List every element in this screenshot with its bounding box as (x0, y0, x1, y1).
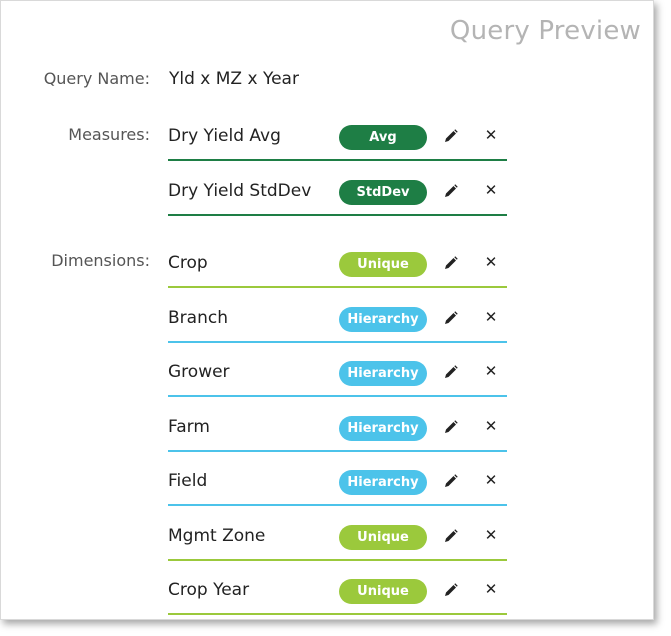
page-title: Query Preview (449, 16, 641, 46)
row-divider (168, 613, 507, 615)
close-icon[interactable]: ✕ (483, 254, 499, 270)
close-icon[interactable]: ✕ (483, 127, 499, 143)
pencil-icon[interactable] (443, 128, 459, 144)
pencil-icon[interactable] (443, 310, 459, 326)
measure-name: Dry Yield StdDev (168, 181, 312, 201)
dimension-type-badge: Unique (339, 579, 427, 604)
dimension-type-badge: Hierarchy (339, 361, 427, 386)
dimension-row: Farm Hierarchy ✕ (168, 413, 507, 452)
dimension-row: Branch Hierarchy ✕ (168, 304, 507, 343)
aggregation-badge: Avg (339, 125, 427, 150)
row-divider (168, 286, 507, 288)
dimension-type-badge: Unique (339, 252, 427, 277)
dimension-type-badge: Hierarchy (339, 307, 427, 332)
measure-name: Dry Yield Avg (168, 126, 281, 146)
dimension-type-badge: Hierarchy (339, 470, 427, 495)
measure-row: Dry Yield Avg Avg ✕ (168, 122, 507, 161)
dimension-name: Mgmt Zone (168, 526, 266, 546)
close-icon[interactable]: ✕ (483, 418, 499, 434)
pencil-icon[interactable] (443, 255, 459, 271)
dimension-name: Farm (168, 417, 210, 437)
dimensions-label: Dimensions: (51, 251, 150, 270)
close-icon[interactable]: ✕ (483, 363, 499, 379)
pencil-icon[interactable] (443, 582, 459, 598)
row-divider (168, 559, 507, 561)
dimension-name: Field (168, 471, 208, 491)
pencil-icon[interactable] (443, 473, 459, 489)
measures-label: Measures: (68, 125, 150, 144)
dimension-name: Crop (168, 253, 208, 273)
dimension-name: Branch (168, 308, 228, 328)
aggregation-badge: StdDev (339, 180, 427, 205)
row-divider (168, 341, 507, 343)
row-divider (168, 214, 507, 216)
dimension-row: Crop Unique ✕ (168, 249, 507, 288)
pencil-icon[interactable] (443, 528, 459, 544)
pencil-icon[interactable] (443, 364, 459, 380)
query-name-value: Yld x MZ x Year (169, 69, 299, 89)
measure-row: Dry Yield StdDev StdDev ✕ (168, 177, 507, 216)
close-icon[interactable]: ✕ (483, 309, 499, 325)
close-icon[interactable]: ✕ (483, 527, 499, 543)
close-icon[interactable]: ✕ (483, 472, 499, 488)
row-divider (168, 395, 507, 397)
query-name-label: Query Name: (43, 69, 150, 88)
dimension-name: Grower (168, 362, 230, 382)
dimension-row: Field Hierarchy ✕ (168, 467, 507, 506)
query-preview-panel: Query Preview Query Name: Yld x MZ x Yea… (0, 0, 654, 620)
row-divider (168, 450, 507, 452)
dimension-type-badge: Unique (339, 525, 427, 550)
dimension-row: Mgmt Zone Unique ✕ (168, 522, 507, 561)
row-divider (168, 504, 507, 506)
row-divider (168, 159, 507, 161)
dimension-type-badge: Hierarchy (339, 416, 427, 441)
pencil-icon[interactable] (443, 183, 459, 199)
dimension-name: Crop Year (168, 580, 250, 600)
dimension-row: Crop Year Unique ✕ (168, 576, 507, 615)
close-icon[interactable]: ✕ (483, 581, 499, 597)
dimension-row: Grower Hierarchy ✕ (168, 358, 507, 397)
pencil-icon[interactable] (443, 419, 459, 435)
close-icon[interactable]: ✕ (483, 182, 499, 198)
